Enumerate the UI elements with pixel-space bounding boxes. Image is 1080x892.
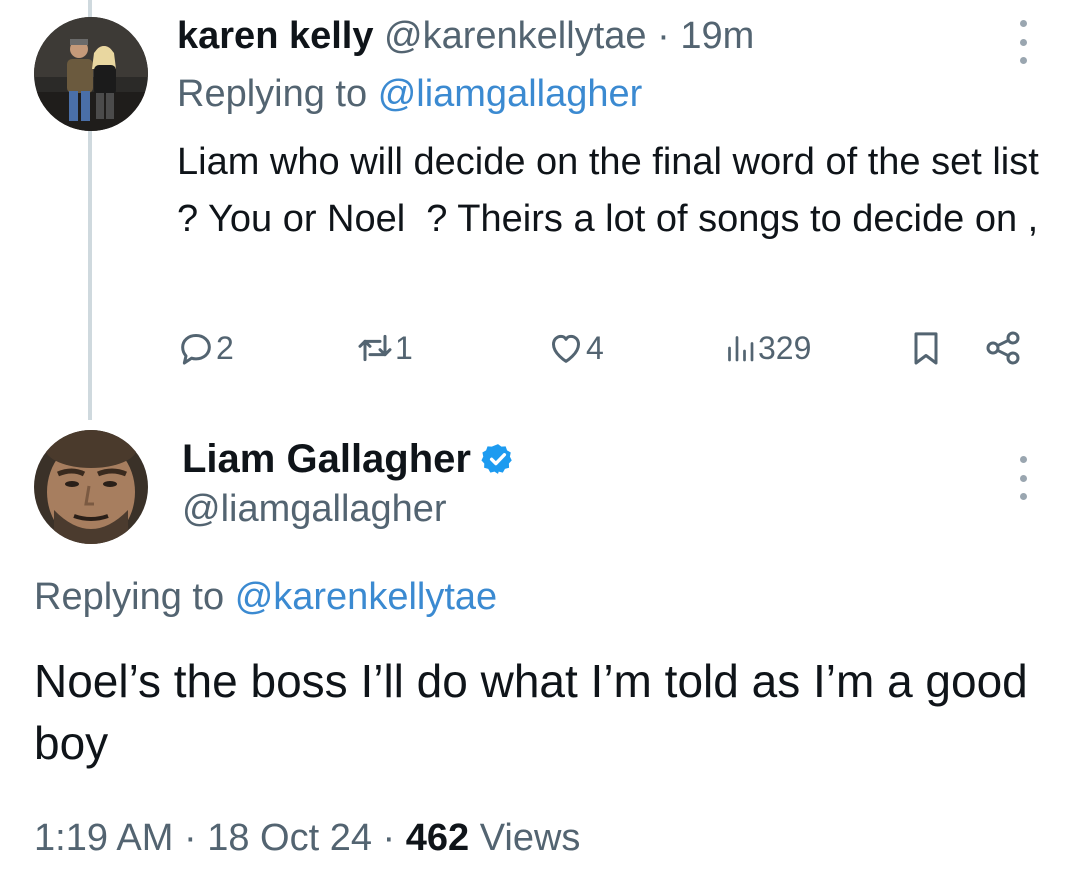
repost-icon <box>358 334 392 362</box>
bookmark-icon <box>914 332 938 365</box>
tweet-text: Liam who will decide on the final word o… <box>177 141 1050 240</box>
avatar-liam-gallagher[interactable] <box>34 430 148 544</box>
more-icon[interactable] <box>1013 20 1033 64</box>
separator-dot: · <box>382 817 396 859</box>
like-button[interactable]: 4 <box>546 326 604 370</box>
tweet-date[interactable]: 18 Oct 24 <box>207 817 372 859</box>
main-author-name-row: Liam Gallagher <box>182 434 515 484</box>
views-icon <box>728 336 754 362</box>
verified-badge-icon[interactable] <box>481 442 515 476</box>
replying-to-prefix: Replying to <box>177 73 368 115</box>
reply-icon <box>181 334 211 365</box>
main-author-name[interactable]: Liam Gallagher <box>182 434 471 484</box>
reply-tweet-header: karen kelly @karenkellytae · 19m <box>177 12 754 60</box>
avatar-karen-kelly[interactable] <box>34 17 148 131</box>
views-label: Views <box>479 817 581 859</box>
timestamp[interactable]: 19m <box>680 15 754 57</box>
more-icon[interactable] <box>1013 456 1033 500</box>
main-author-handle[interactable]: @liamgallagher <box>182 485 447 533</box>
separator-dot: · <box>657 15 670 57</box>
repost-button[interactable]: 1 <box>355 326 413 370</box>
views-button[interactable]: 329 <box>722 326 811 370</box>
replying-to-line: Replying to @liamgallagher <box>177 70 642 118</box>
tweet-time[interactable]: 1:19 AM <box>34 817 173 859</box>
author-handle[interactable]: @karenkellytae <box>384 15 646 57</box>
tweet-footer: 1:19 AM · 18 Oct 24 · 462 Views <box>34 814 580 862</box>
reply-button[interactable]: 2 <box>176 326 234 370</box>
action-bar: 2 1 4 329 <box>0 326 1080 370</box>
bookmark-button[interactable] <box>906 326 946 370</box>
author-name[interactable]: karen kelly <box>177 15 373 57</box>
repost-count: 1 <box>395 329 413 366</box>
like-count: 4 <box>586 329 604 366</box>
main-replying-to-line: Replying to @karenkellytae <box>34 573 497 621</box>
share-button[interactable] <box>983 326 1023 370</box>
like-icon <box>552 334 580 363</box>
replying-to-link[interactable]: @karenkellytae <box>235 576 497 618</box>
replying-to-prefix: Replying to <box>34 576 225 618</box>
separator-dot: · <box>183 817 197 859</box>
views-count: 329 <box>758 329 812 366</box>
views-total[interactable]: 462 <box>406 817 469 859</box>
reply-count: 2 <box>216 329 234 366</box>
replying-to-link[interactable]: @liamgallagher <box>378 73 643 115</box>
main-tweet-text: Noel’s the boss I’ll do what I’m told as… <box>34 655 1028 769</box>
share-icon <box>986 331 1020 365</box>
reply-tweet[interactable]: karen kelly @karenkellytae · 19m Replyin… <box>0 0 1080 420</box>
